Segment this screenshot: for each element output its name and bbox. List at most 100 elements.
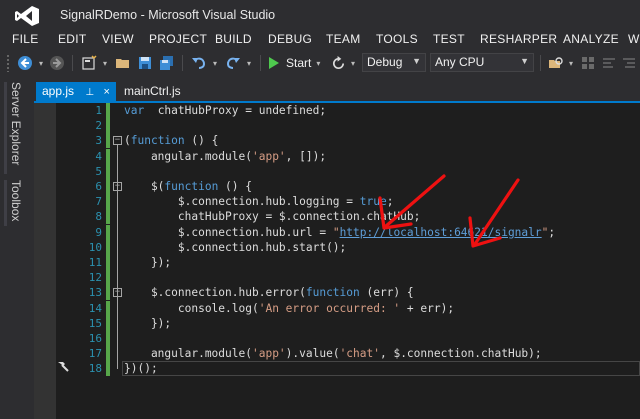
change-indicator (106, 315, 110, 331)
tab-label: mainCtrl.js (124, 84, 181, 98)
line-number: 18 (88, 362, 102, 376)
menu-edit[interactable]: EDIT (58, 32, 87, 46)
uncomment-icon[interactable] (620, 53, 638, 73)
menu-window[interactable]: W (628, 32, 640, 46)
menu-build[interactable]: BUILD (215, 32, 252, 46)
solution-explorer-icon[interactable] (578, 53, 598, 73)
keyword-token: var (124, 104, 145, 117)
menu-bar: FILE EDIT VIEW PROJECT BUILD DEBUG TEAM … (0, 30, 640, 50)
menu-analyze[interactable]: ANALYZE (563, 32, 619, 46)
code-token: ( (124, 134, 131, 148)
code-line[interactable]: 18})(); (34, 361, 640, 377)
code-text: var chatHubProxy = undefined; (124, 103, 326, 118)
new-project-icon[interactable] (78, 53, 100, 73)
code-token: () { (184, 134, 219, 148)
code-text: (function () { (124, 133, 218, 148)
change-indicator (106, 194, 110, 210)
redo-dropdown-icon[interactable]: ▾ (244, 53, 254, 73)
start-dropdown-icon[interactable]: ▾ (316, 59, 320, 68)
start-debugging-button[interactable]: Start ▾ (266, 53, 324, 73)
code-line[interactable]: 7 $.connection.hub.logging = true; (34, 194, 640, 210)
menu-resharper[interactable]: RESHARPER (480, 32, 557, 46)
tab-toolbox[interactable]: Toolbox (9, 180, 23, 221)
code-line[interactable]: 1 var chatHubProxy = undefined; (34, 103, 640, 118)
code-line[interactable]: 8 chatHubProxy = $.connection.chatHub; (34, 209, 640, 225)
change-indicator (106, 255, 110, 270)
code-text: chatHubProxy = $.connection.chatHub; (124, 209, 421, 224)
line-number: 9 (95, 225, 102, 239)
code-line[interactable]: 6− $(function () { (34, 179, 640, 194)
configuration-value: Debug (367, 55, 403, 69)
start-label: Start (286, 56, 312, 70)
tab-mainctrl-js[interactable]: mainCtrl.js (118, 82, 198, 101)
toolbar-separator (72, 55, 73, 71)
refresh-dropdown-icon[interactable]: ▾ (348, 53, 358, 73)
save-icon[interactable] (134, 53, 156, 73)
menu-test[interactable]: TEST (433, 32, 465, 46)
menu-project[interactable]: PROJECT (149, 32, 207, 46)
menu-team[interactable]: TEAM (326, 32, 361, 46)
code-line[interactable]: 13− $.connection.hub.error(function (err… (34, 285, 640, 301)
redo-icon[interactable] (222, 53, 244, 73)
line-number: 2 (95, 119, 102, 133)
save-all-icon[interactable] (156, 53, 178, 73)
code-line[interactable]: 11 }); (34, 255, 640, 270)
code-line[interactable]: 4 angular.module('app', []); (34, 148, 640, 164)
navigate-back-icon[interactable] (14, 53, 36, 73)
code-line[interactable]: 12 (34, 270, 640, 286)
undo-dropdown-icon[interactable]: ▾ (210, 53, 220, 73)
code-line[interactable]: 10 $.connection.hub.start(); (34, 239, 640, 255)
code-line[interactable]: 15 }); (34, 315, 640, 331)
code-token: , []); (285, 149, 327, 163)
code-line[interactable]: 14 console.log('An error occurred: ' + e… (34, 300, 640, 316)
refresh-icon[interactable] (328, 53, 348, 73)
comment-out-icon[interactable] (600, 53, 618, 73)
open-file-icon[interactable] (112, 53, 134, 73)
toolbar-separator (540, 55, 541, 71)
code-text: $.connection.hub.error(function (err) { (124, 285, 414, 300)
line-number: 3 (95, 134, 102, 148)
platform-select[interactable]: Any CPU ▼ (430, 53, 534, 72)
menu-view[interactable]: VIEW (102, 32, 134, 46)
tab-server-explorer[interactable]: Server Explorer (9, 82, 23, 165)
change-indicator (106, 224, 110, 240)
code-line[interactable]: 3 − (function () { (34, 133, 640, 149)
line-number: 8 (95, 210, 102, 224)
code-text: }); (124, 255, 171, 270)
collapse-icon[interactable]: − (113, 136, 122, 146)
new-dropdown-icon[interactable]: ▾ (100, 53, 110, 73)
code-line[interactable]: 5 (34, 163, 640, 179)
url-link[interactable]: http://localhost:64621/signalr (340, 226, 542, 239)
find-dropdown-icon[interactable]: ▾ (566, 53, 576, 73)
configuration-select[interactable]: Debug ▼ (362, 53, 426, 72)
change-indicator (106, 103, 110, 118)
code-text: $.connection.hub.url = "http://localhost… (124, 225, 555, 240)
menu-tools[interactable]: TOOLS (376, 32, 418, 46)
menu-file[interactable]: FILE (12, 32, 39, 46)
code-line[interactable]: 16 (34, 331, 640, 346)
code-text: $.connection.hub.logging = true; (124, 194, 394, 209)
code-token: ; (386, 195, 394, 209)
string-token: 'app' (251, 347, 286, 361)
tab-app-js[interactable]: app.js ⊥ × (36, 82, 116, 101)
code-line[interactable]: 17 angular.module('app').value('chat', $… (34, 346, 640, 362)
code-line[interactable]: 9 $.connection.hub.url = "http://localho… (34, 224, 640, 240)
code-token: }); (124, 256, 172, 269)
code-line[interactable]: 2 (34, 118, 640, 134)
title-bar: SignalRDemo - Microsoft Visual Studio (0, 0, 640, 30)
pin-icon[interactable]: ⊥ (85, 87, 94, 98)
find-in-files-icon[interactable] (546, 53, 566, 73)
code-text: $(function () { (124, 179, 252, 194)
menu-debug[interactable]: DEBUG (268, 32, 312, 46)
code-editor[interactable]: 1 var chatHubProxy = undefined; 2 3− (functi… (34, 103, 640, 419)
change-indicator (106, 361, 110, 377)
navigate-forward-icon[interactable] (46, 53, 68, 73)
code-text: }); (124, 316, 171, 331)
keyword-token: function (305, 286, 360, 300)
code-text: angular.module('app', []); (124, 149, 326, 164)
toolbar-grip[interactable] (6, 54, 10, 72)
fold-guide (117, 297, 118, 324)
back-dropdown-icon[interactable]: ▾ (36, 53, 46, 73)
undo-icon[interactable] (188, 53, 210, 73)
close-icon[interactable]: × (103, 86, 109, 98)
